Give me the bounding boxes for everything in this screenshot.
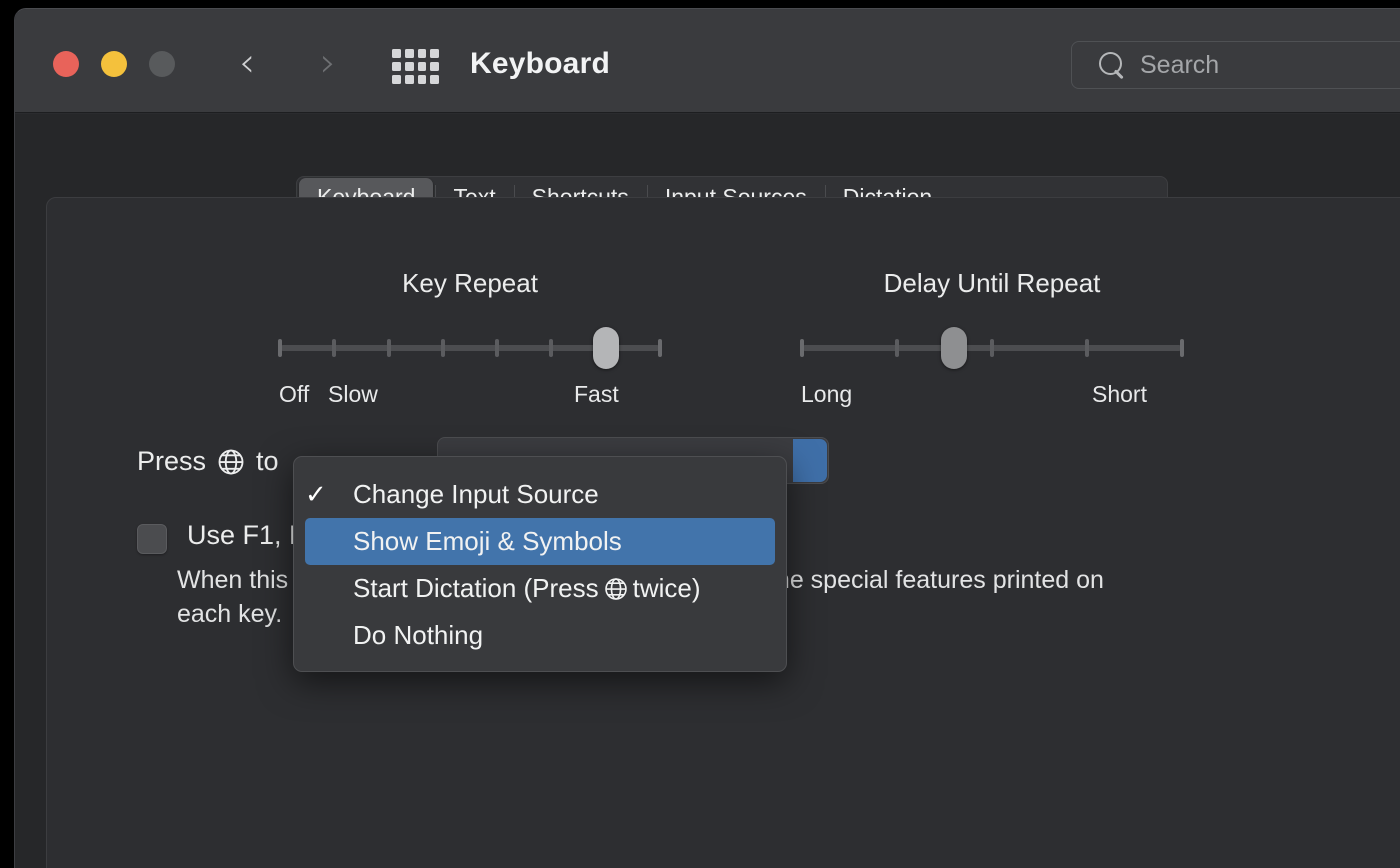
search-field[interactable]: Search (1071, 41, 1400, 89)
key-repeat-fast-label: Fast (574, 381, 619, 407)
menu-item-label: Do Nothing (353, 620, 484, 650)
page-title: Keyboard (470, 47, 610, 80)
delay-until-repeat-labels: Long Short (801, 381, 1182, 411)
grid-cell (417, 49, 427, 58)
traffic-lights (53, 51, 175, 77)
apps-grid-icon[interactable] (392, 49, 439, 84)
delay-short-label: Short (1092, 381, 1147, 407)
key-repeat-labels: Off Slow Fast (279, 381, 660, 411)
menu-item-label-after: twice) (632, 573, 701, 603)
menu-item-do-nothing[interactable]: Do Nothing (305, 612, 775, 659)
globe-icon (603, 576, 629, 602)
slider-tick (440, 339, 445, 357)
grid-cell (430, 49, 439, 58)
grid-cell (392, 75, 401, 84)
slider-tick (549, 339, 554, 357)
globe-icon (216, 447, 246, 477)
grid-cell (392, 49, 401, 58)
slider-tick (1180, 339, 1184, 357)
search-placeholder: Search (1140, 50, 1220, 79)
key-repeat-slow-label: Slow (328, 381, 378, 407)
minimize-button[interactable] (101, 51, 127, 77)
back-chevron-icon[interactable]: ‹ (227, 43, 267, 83)
delay-until-repeat-slider-group: Delay Until Repeat Long Short (800, 268, 1184, 411)
function-keys-checkbox[interactable] (137, 524, 167, 554)
menu-item-label-before: Start Dictation (Press (353, 573, 599, 603)
slider-tick (895, 339, 899, 357)
grid-cell (417, 62, 427, 71)
slider-tick (990, 339, 994, 357)
press-prefix-label: Press (137, 446, 207, 476)
close-button[interactable] (53, 51, 79, 77)
slider-tick (332, 339, 337, 357)
key-repeat-off-label: Off (279, 381, 310, 407)
menu-item-label: Show Emoji & Symbols (353, 526, 622, 556)
slider-tick (495, 339, 500, 357)
grid-cell (404, 75, 414, 84)
delay-until-repeat-slider[interactable] (800, 327, 1184, 369)
slider-tick (658, 339, 662, 357)
menu-item-change-input-source[interactable]: ✓ Change Input Source (305, 471, 775, 518)
press-suffix-label: to (256, 446, 279, 476)
menu-item-start-dictation[interactable]: Start Dictation (Press twice) (305, 565, 775, 612)
slider-tick (386, 339, 391, 357)
system-preferences-window: ‹ › Keyboard Search Keyboard Text Shortc… (14, 8, 1400, 868)
checkmark-icon: ✓ (305, 479, 327, 509)
key-repeat-title: Key Repeat (402, 268, 538, 298)
globe-key-action-menu: ✓ Change Input Source Show Emoji & Symbo… (293, 456, 787, 672)
key-repeat-slider-thumb[interactable] (592, 327, 619, 369)
delay-until-repeat-title: Delay Until Repeat (883, 268, 1101, 298)
key-repeat-slider[interactable] (278, 327, 662, 369)
grid-cell (417, 75, 427, 84)
grid-cell (392, 62, 401, 71)
delay-until-repeat-slider-thumb[interactable] (941, 327, 967, 369)
grid-cell (404, 49, 414, 58)
key-repeat-slider-group: Key Repeat Off Slow Fast (278, 268, 662, 411)
grid-cell (404, 62, 414, 71)
grid-cell (430, 62, 439, 71)
menu-item-label: Change Input Source (353, 479, 599, 509)
delay-long-label: Long (801, 381, 853, 407)
slider-tick (800, 339, 804, 357)
menu-item-show-emoji-symbols[interactable]: Show Emoji & Symbols (305, 518, 775, 565)
press-globe-row: Press to (137, 446, 279, 477)
zoom-button[interactable] (149, 51, 175, 77)
forward-chevron-icon[interactable]: › (308, 43, 348, 83)
slider-tick (278, 339, 282, 357)
window-titlebar: ‹ › Keyboard Search (15, 9, 1400, 113)
grid-cell (430, 75, 439, 84)
search-icon (1098, 51, 1126, 79)
slider-tick (1085, 339, 1089, 357)
popup-button-chevron-accent (793, 439, 827, 482)
